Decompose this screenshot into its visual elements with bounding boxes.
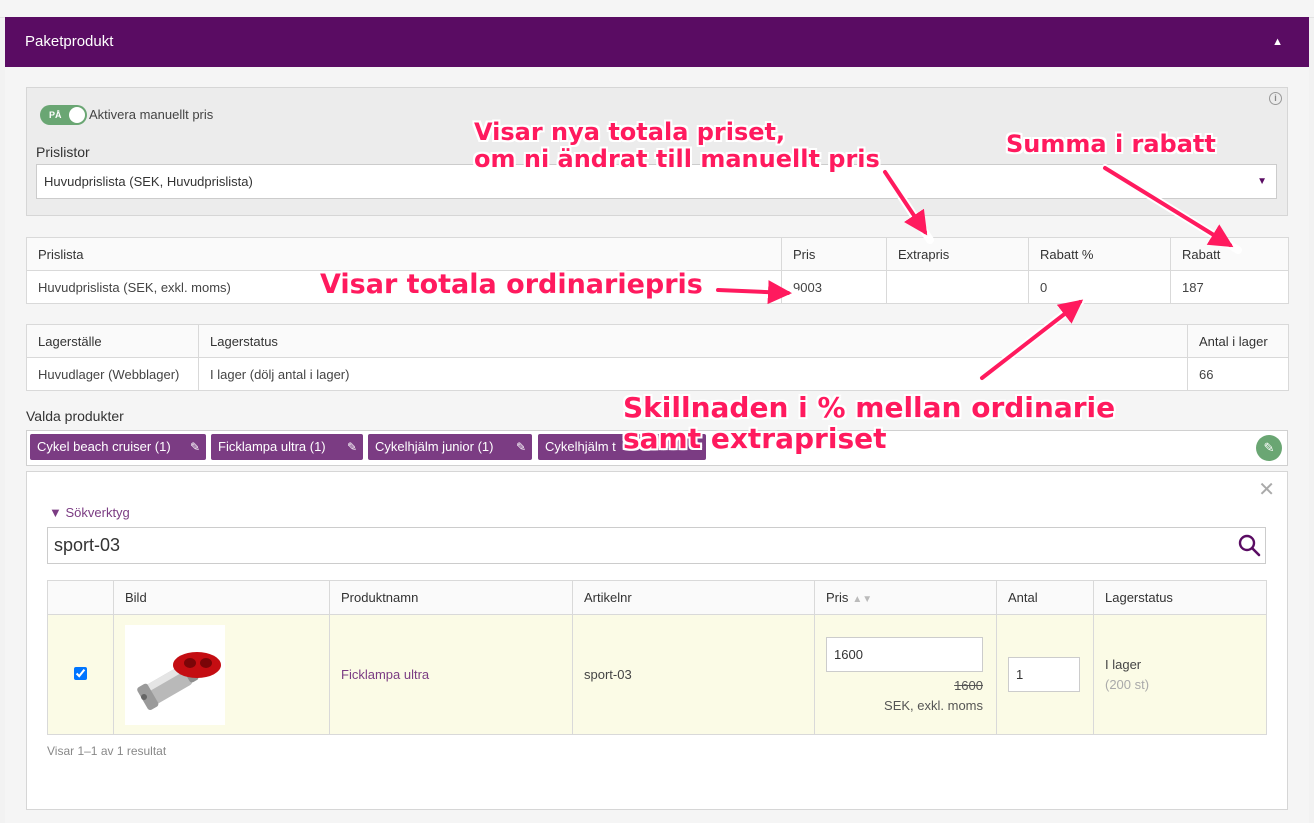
annotation-discount-sum: Summa i rabatt bbox=[1006, 130, 1216, 158]
annotation-line: Visar nya totala priset, bbox=[474, 118, 786, 146]
annotation-percent-diff: Skillnaden i % mellan ordinarie samt ext… bbox=[623, 392, 1115, 455]
arrow-to-extrapris bbox=[883, 170, 928, 236]
annotation-new-total: Visar nya totala priset, om ni ändrat ti… bbox=[474, 119, 880, 173]
arrow-to-rabatt-procent bbox=[980, 299, 1084, 380]
annotation-line: samt extrapriset bbox=[623, 422, 887, 456]
arrow-to-rabatt bbox=[1103, 166, 1234, 248]
annotation-ordinary-price: Visar totala ordinariepris bbox=[320, 269, 703, 300]
annotation-line: om ni ändrat till manuellt pris bbox=[474, 144, 880, 173]
annotation-line: Skillnaden i % mellan ordinarie bbox=[623, 391, 1116, 424]
